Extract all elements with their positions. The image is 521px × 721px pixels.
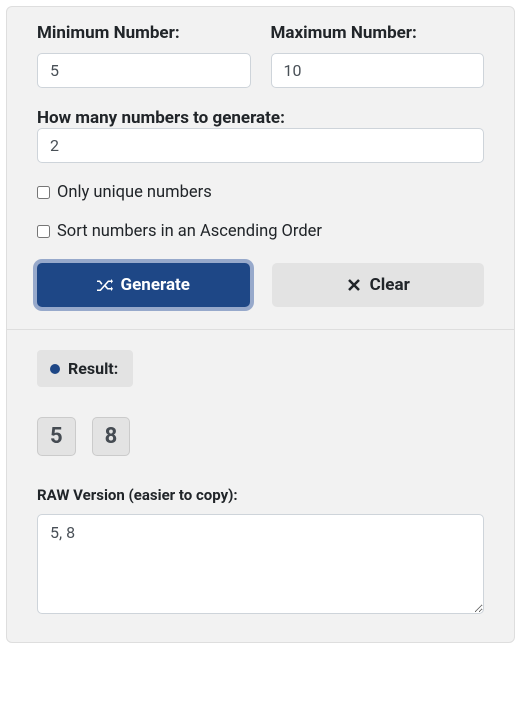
count-label: How many numbers to generate: xyxy=(37,108,285,128)
numbers-row: 58 xyxy=(37,417,484,456)
form-section: Minimum Number: Maximum Number: How many… xyxy=(7,7,514,329)
unique-label: Only unique numbers xyxy=(57,183,212,202)
result-badge: Result: xyxy=(37,350,133,387)
unique-checkbox-row: Only unique numbers xyxy=(37,183,484,202)
sort-checkbox[interactable] xyxy=(37,225,50,238)
min-max-row: Minimum Number: Maximum Number: xyxy=(37,23,484,88)
max-input[interactable] xyxy=(271,53,485,88)
raw-textarea[interactable] xyxy=(37,514,484,614)
generator-panel: Minimum Number: Maximum Number: How many… xyxy=(6,6,515,643)
close-icon xyxy=(346,277,362,293)
number-chip: 8 xyxy=(92,417,131,456)
count-input[interactable] xyxy=(37,128,484,163)
result-section: Result: 58 RAW Version (easier to copy): xyxy=(7,330,514,642)
min-label: Minimum Number: xyxy=(37,23,251,43)
clear-button[interactable]: Clear xyxy=(272,263,485,307)
clear-button-label: Clear xyxy=(370,275,410,295)
shuffle-icon xyxy=(97,277,113,293)
sort-checkbox-row: Sort numbers in an Ascending Order xyxy=(37,222,484,241)
generate-button-label: Generate xyxy=(121,275,190,295)
count-field-group: How many numbers to generate: xyxy=(37,108,484,163)
generate-button[interactable]: Generate xyxy=(37,263,250,307)
result-dot-icon xyxy=(50,364,60,374)
unique-checkbox[interactable] xyxy=(37,186,50,199)
button-row: Generate Clear xyxy=(37,263,484,307)
raw-label: RAW Version (easier to copy): xyxy=(37,486,484,504)
result-badge-label: Result: xyxy=(68,359,118,378)
max-field-group: Maximum Number: xyxy=(271,23,485,88)
min-input[interactable] xyxy=(37,53,251,88)
sort-label: Sort numbers in an Ascending Order xyxy=(57,222,322,241)
number-chip: 5 xyxy=(37,417,76,456)
min-field-group: Minimum Number: xyxy=(37,23,251,88)
max-label: Maximum Number: xyxy=(271,23,485,43)
